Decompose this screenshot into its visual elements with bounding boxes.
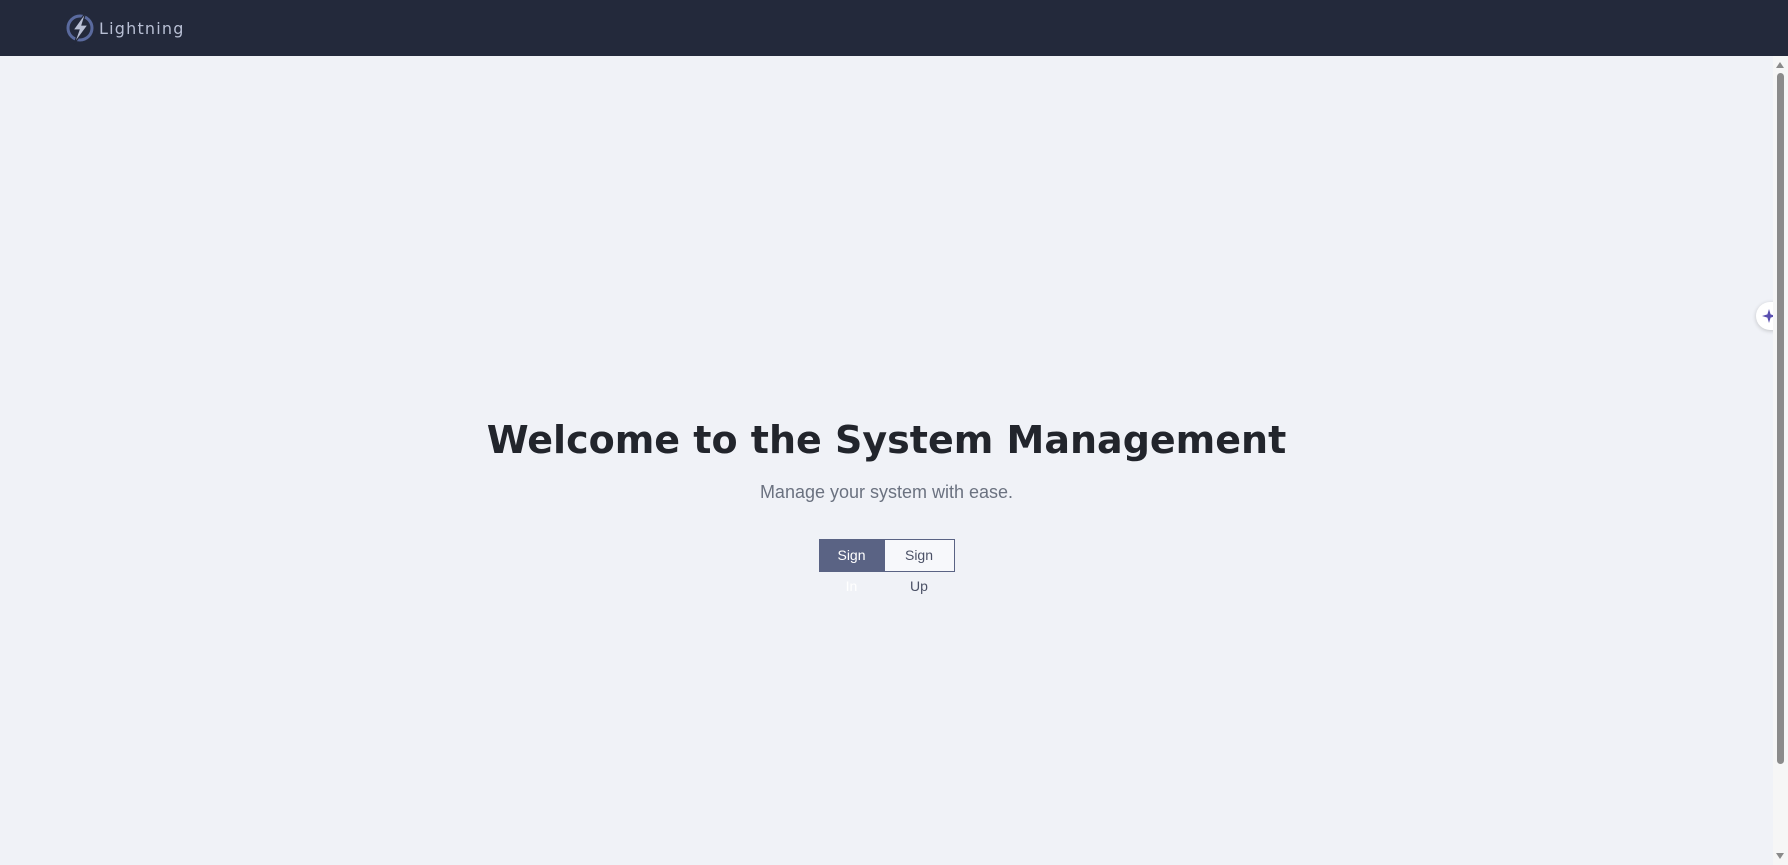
brand-name: Lightning — [99, 18, 185, 38]
hero-section: Welcome to the System Management Manage … — [0, 417, 1773, 594]
scroll-down-arrow-icon[interactable] — [1776, 853, 1784, 859]
page-subtitle: Manage your system with ease. — [759, 482, 1014, 502]
scroll-thumb[interactable] — [1777, 73, 1784, 764]
auth-button-group: Sign In Sign Up — [818, 539, 955, 594]
lightning-bolt-icon — [66, 11, 94, 45]
page-title: Welcome to the System Management — [486, 418, 1287, 462]
top-navbar: Lightning — [0, 0, 1788, 56]
vertical-scrollbar[interactable] — [1773, 56, 1788, 865]
scroll-up-arrow-icon[interactable] — [1776, 62, 1784, 68]
sign-in-button[interactable]: Sign In — [818, 539, 885, 594]
main-content: Welcome to the System Management Manage … — [0, 56, 1773, 865]
sign-up-button[interactable]: Sign Up — [884, 539, 955, 594]
brand[interactable]: Lightning — [66, 11, 185, 45]
